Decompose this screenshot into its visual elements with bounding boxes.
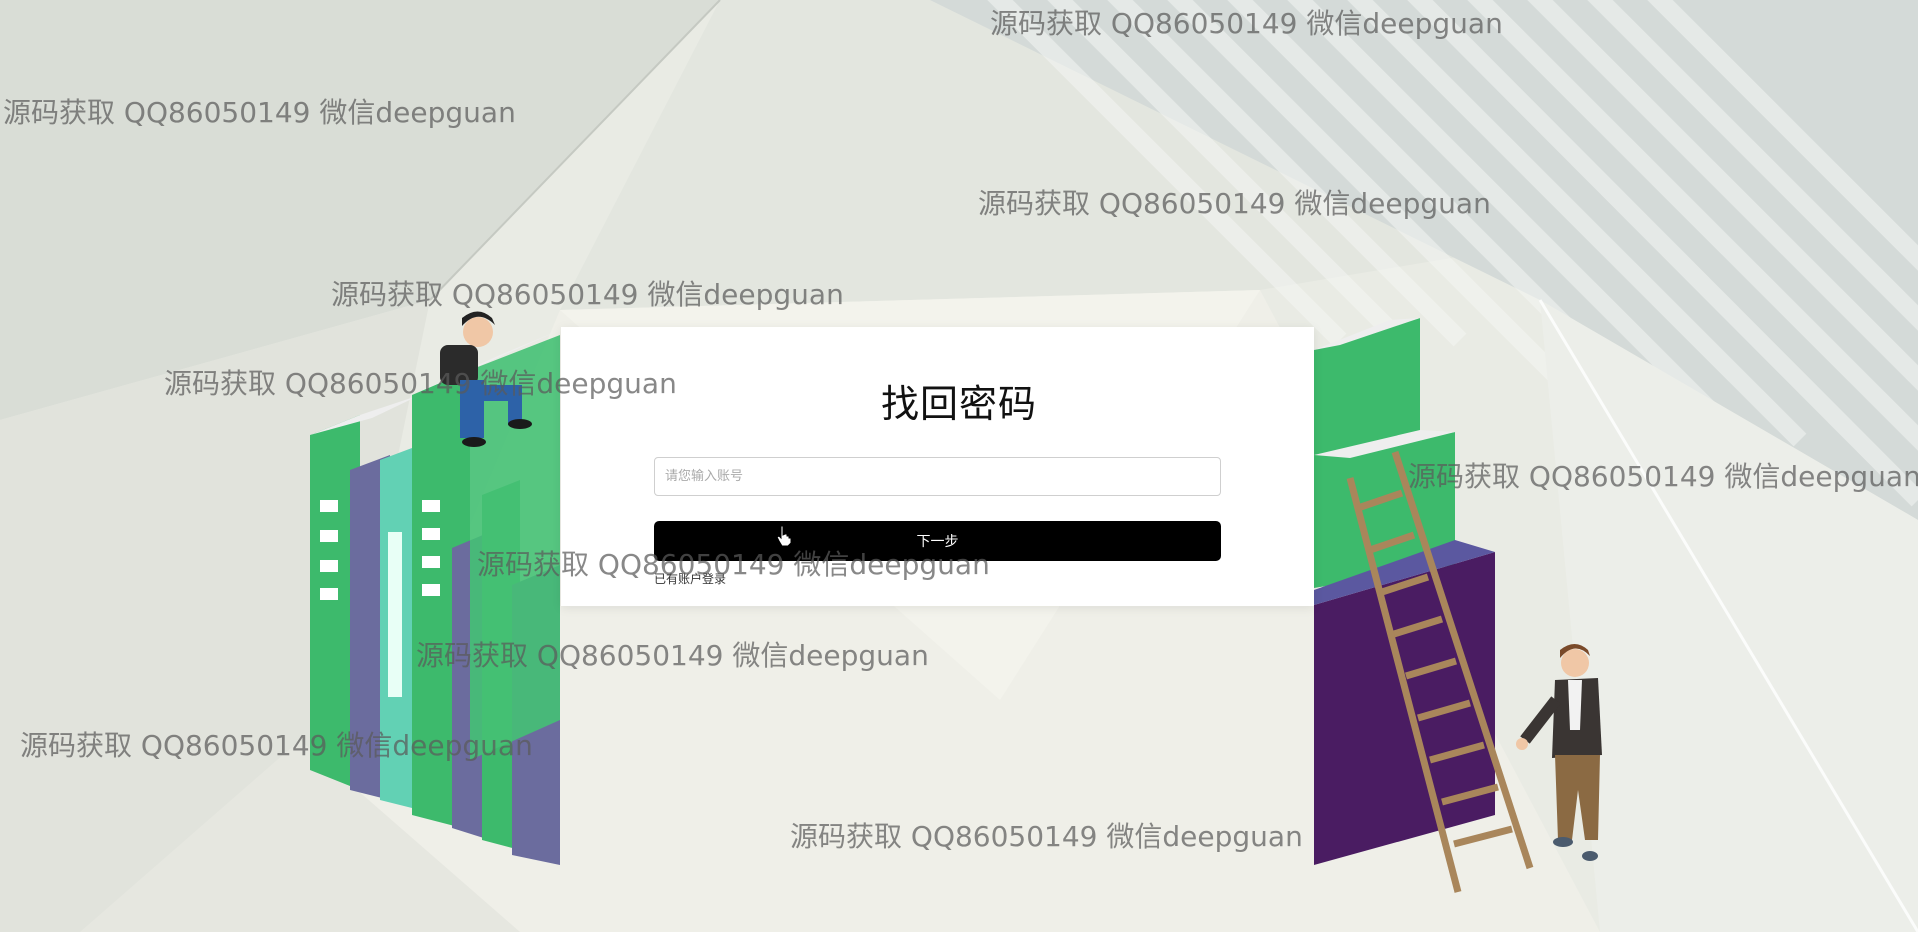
- page: 找回密码 下一步 已有账户登录 源码获取 QQ86050149 微信deepgu…: [0, 0, 1918, 932]
- account-input[interactable]: [654, 457, 1221, 496]
- hand-pointer-icon: [776, 525, 792, 547]
- page-title: 找回密码: [880, 382, 1037, 426]
- next-step-button[interactable]: 下一步: [654, 521, 1221, 561]
- login-link[interactable]: 已有账户登录: [654, 570, 726, 587]
